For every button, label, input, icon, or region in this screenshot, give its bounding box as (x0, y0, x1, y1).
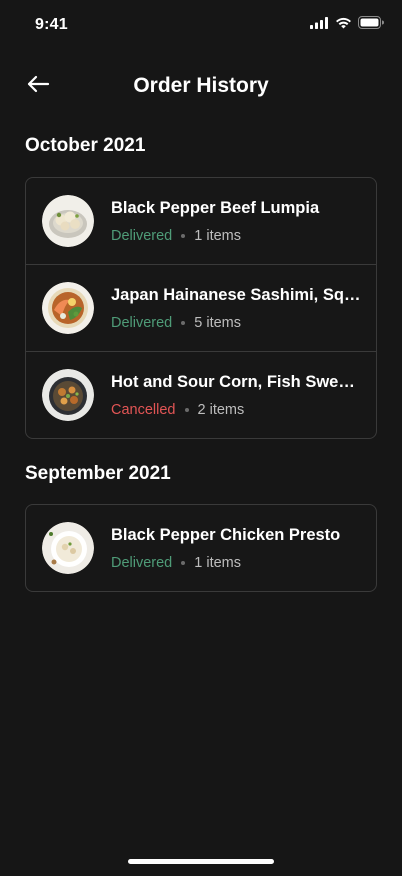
separator-dot (181, 321, 186, 325)
food-thumbnail-corn-soup (42, 369, 94, 421)
status-time: 9:41 (35, 16, 68, 33)
wifi-icon (335, 17, 352, 29)
battery-icon (358, 16, 384, 29)
cellular-signal-icon (310, 16, 329, 29)
order-row[interactable]: Hot and Sour Corn, Fish Sweet Soup Cance… (26, 352, 376, 438)
order-row[interactable]: Japan Hainanese Sashimi, Squid Delivered… (26, 265, 376, 352)
food-thumbnail-lumpia (42, 195, 94, 247)
order-meta: Delivered 5 items (111, 315, 241, 331)
order-name: Black Pepper Beef Lumpia (111, 199, 320, 217)
order-item-count: 5 items (194, 315, 241, 331)
order-row[interactable]: Black Pepper Chicken Presto Delivered 1 … (26, 505, 376, 591)
order-status: Cancelled (111, 402, 176, 418)
order-status: Delivered (111, 228, 173, 244)
order-meta: Delivered 1 items (111, 228, 241, 244)
order-meta: Cancelled 2 items (111, 402, 244, 418)
page-title: Order History (133, 74, 269, 97)
order-status: Delivered (111, 555, 173, 571)
order-name: Hot and Sour Corn, Fish Sweet Soup (111, 373, 361, 391)
separator-dot (184, 408, 189, 412)
order-name: Black Pepper Chicken Presto (111, 526, 341, 544)
order-list-october-2021: Black Pepper Beef Lumpia Delivered 1 ite… (25, 177, 377, 439)
order-name: Japan Hainanese Sashimi, Squid (111, 286, 361, 304)
order-status: Delivered (111, 315, 173, 331)
separator-dot (181, 561, 186, 565)
header: Order History (0, 62, 402, 110)
order-item-count: 1 items (194, 228, 241, 244)
order-meta: Delivered 1 items (111, 555, 241, 571)
order-row[interactable]: Black Pepper Beef Lumpia Delivered 1 ite… (26, 178, 376, 265)
food-thumbnail-chicken-presto (42, 522, 94, 574)
separator-dot (181, 234, 186, 238)
order-list-september-2021: Black Pepper Chicken Presto Delivered 1 … (25, 504, 377, 592)
order-item-count: 2 items (197, 402, 245, 418)
home-indicator (128, 859, 274, 864)
food-thumbnail-sashimi (42, 282, 94, 334)
status-icons (310, 16, 384, 29)
section-title-september-2021: September 2021 (25, 463, 171, 484)
order-history-screen: 9:41 Order History October 2021 Black Pe… (0, 0, 402, 876)
order-item-count: 1 items (194, 555, 241, 571)
status-bar: 9:41 (0, 0, 402, 50)
section-title-october-2021: October 2021 (25, 135, 146, 156)
